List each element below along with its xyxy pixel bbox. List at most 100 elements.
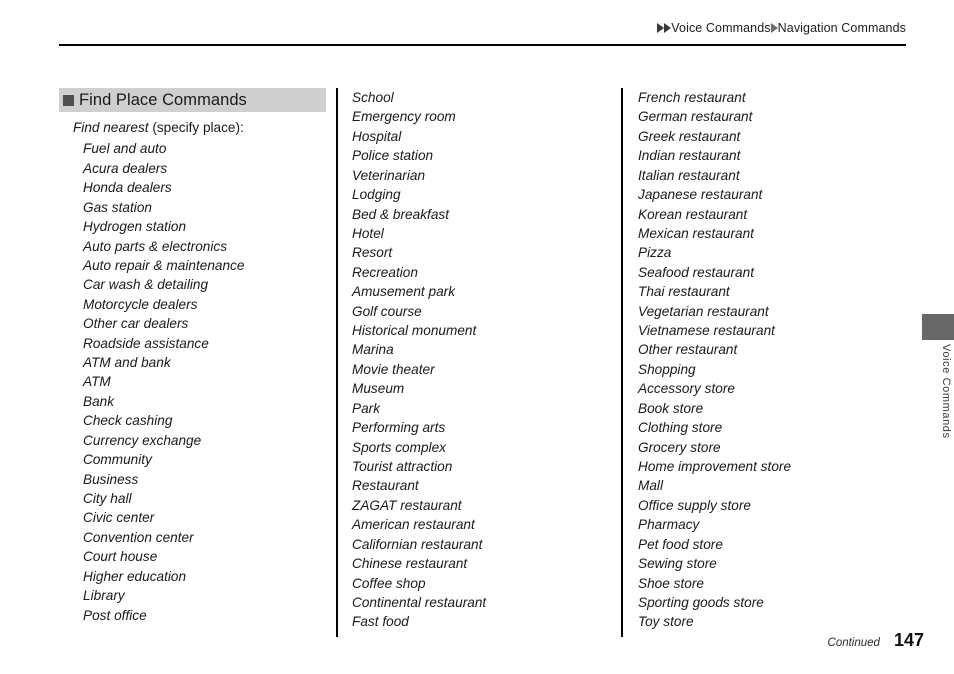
list-item: Book store	[638, 400, 704, 416]
list-item: Toy store	[638, 614, 694, 630]
list-item: Shoe store	[638, 575, 704, 591]
list-item: German restaurant	[638, 109, 753, 125]
list-item: ATM and bank	[83, 355, 171, 371]
list-item: Roadside assistance	[83, 335, 209, 351]
list-item: Library	[83, 588, 125, 604]
list-item: Auto repair & maintenance	[83, 257, 245, 273]
column-2: School Emergency room Hospital Police stati…	[352, 88, 614, 632]
list-item: Seafood restaurant	[638, 264, 754, 280]
list-item: Californian restaurant	[352, 536, 483, 552]
side-tab-voice-commands[interactable]: Voice Commands	[922, 314, 954, 474]
page-title: Find Place Commands	[79, 91, 247, 109]
list-item: Recreation	[352, 264, 418, 280]
column-divider-2	[621, 88, 623, 637]
content-area: Find Place Commands Find nearest (specif…	[0, 88, 954, 643]
list-item: Gas station	[83, 199, 152, 215]
list-item: City hall	[83, 491, 132, 506]
list-item: Mexican restaurant	[638, 225, 754, 241]
list-item: Community	[83, 452, 152, 468]
intro-plain-text: (specify place):	[148, 120, 244, 135]
list-item: Amusement park	[352, 284, 456, 300]
column-3: French restaurant German restaurant Greek …	[638, 88, 906, 632]
list-item: Emergency room	[352, 109, 456, 125]
breadcrumb-item-navigation-commands[interactable]: Navigation Commands	[778, 20, 906, 36]
list-item: Bed & breakfast	[352, 206, 450, 222]
list-item: Mall	[638, 478, 664, 494]
page-footer: Continued 147	[828, 630, 924, 656]
list-item: Pizza	[638, 245, 672, 261]
list-item: Acura dealers	[83, 160, 168, 176]
list-item: Thai restaurant	[638, 284, 730, 300]
list-item: Marina	[352, 342, 394, 358]
intro-italic-text: Find nearest	[73, 120, 149, 135]
list-item: Sporting goods store	[638, 594, 764, 610]
list-item: Hospital	[352, 128, 402, 144]
list-item: Greek restaurant	[638, 128, 741, 144]
list-item: Shopping	[638, 361, 696, 377]
list-item: Vietnamese restaurant	[638, 323, 775, 339]
list-item: Check cashing	[83, 413, 173, 429]
square-bullet-icon	[63, 95, 74, 106]
list-item: Fast food	[352, 614, 409, 630]
list-item: Sports complex	[352, 439, 446, 455]
command-list-2: School Emergency room Hospital Police stati…	[352, 88, 614, 632]
list-item: Pharmacy	[638, 517, 700, 533]
side-tab-label: Voice Commands	[940, 344, 952, 439]
list-item: Park	[352, 400, 381, 416]
list-item: Lodging	[352, 187, 401, 203]
list-item: Historical monument	[352, 323, 477, 339]
list-item: Performing arts	[352, 420, 446, 436]
list-item: Resort	[352, 245, 393, 261]
list-item: Other restaurant	[638, 342, 738, 358]
list-item: Accessory store	[638, 381, 735, 397]
triangle-right-icon	[657, 23, 665, 33]
list-item: Car wash & detailing	[83, 277, 209, 293]
list-item: Golf course	[352, 303, 422, 319]
list-item: Business	[83, 471, 139, 487]
list-item: School	[352, 90, 394, 105]
list-item: Higher education	[83, 568, 187, 584]
list-item: Police station	[352, 148, 434, 164]
list-item: Convention center	[83, 529, 194, 545]
list-item: Grocery store	[638, 439, 721, 455]
list-item: Office supply store	[638, 497, 751, 513]
breadcrumb-item-voice-commands[interactable]: Voice Commands	[671, 20, 770, 36]
list-item: ZAGAT restaurant	[352, 497, 462, 513]
list-item: Motorcycle dealers	[83, 296, 198, 312]
list-item: Fuel and auto	[83, 141, 167, 157]
list-item: Museum	[352, 381, 405, 397]
triangle-right-icon	[664, 23, 672, 33]
list-item: Bank	[83, 393, 115, 409]
breadcrumb: Voice Commands Navigation Commands	[657, 20, 906, 36]
list-item: Tourist attraction	[352, 459, 453, 475]
list-item: Court house	[83, 549, 158, 565]
list-item: ATM	[83, 374, 111, 390]
list-item: Post office	[83, 607, 147, 623]
list-item: Korean restaurant	[638, 206, 748, 222]
page-number: 147	[893, 630, 924, 650]
side-tab-marker	[922, 314, 954, 340]
intro-line: Find nearest (specify place):	[73, 118, 327, 137]
list-item: Auto parts & electronics	[83, 238, 228, 254]
list-item: Italian restaurant	[638, 167, 740, 183]
list-item: Hotel	[352, 225, 384, 241]
header-divider-rule	[59, 44, 906, 46]
list-item: American restaurant	[352, 517, 475, 533]
list-item: Honda dealers	[83, 180, 172, 196]
list-item: Currency exchange	[83, 432, 202, 448]
list-item: Restaurant	[352, 478, 419, 494]
column-divider-1	[336, 88, 338, 637]
list-item: Japanese restaurant	[638, 187, 763, 203]
list-item: Vegetarian restaurant	[638, 303, 769, 319]
list-item: Pet food store	[638, 536, 723, 552]
triangle-right-icon	[770, 23, 778, 33]
list-item: French restaurant	[638, 90, 746, 105]
list-item: Movie theater	[352, 361, 435, 377]
list-item: Home improvement store	[638, 459, 792, 475]
list-item: Chinese restaurant	[352, 556, 468, 572]
list-item: Other car dealers	[83, 316, 189, 332]
list-item: Indian restaurant	[638, 148, 741, 164]
list-item: Veterinarian	[352, 167, 426, 183]
command-list-3: French restaurant German restaurant Greek …	[638, 88, 906, 632]
command-list-1: Fuel and auto Acura dealers Honda dealers G…	[83, 139, 327, 625]
